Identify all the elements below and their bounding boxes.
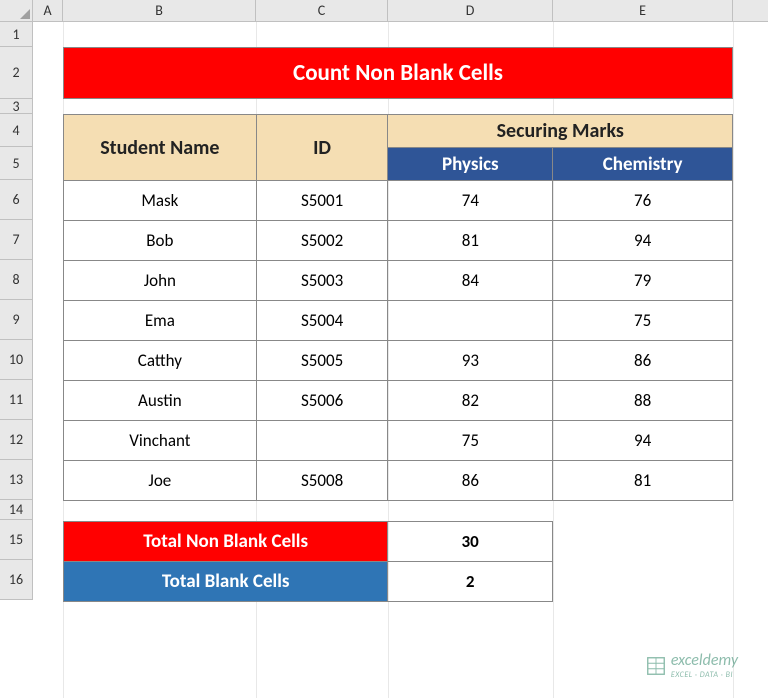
cell-chemistry[interactable]: 79 (553, 261, 733, 301)
cell-chemistry[interactable]: 94 (553, 421, 733, 461)
cell-name[interactable]: Joe (64, 461, 257, 501)
table-row: Vinchant 75 94 (64, 421, 733, 461)
cell-physics[interactable]: 86 (388, 461, 553, 501)
watermark-text: exceldemy (671, 651, 738, 670)
row-header-15[interactable]: 15 (0, 520, 33, 560)
row-header-3[interactable]: 3 (0, 99, 33, 114)
watermark-subtext: EXCEL · DATA · BI (671, 670, 738, 680)
title-banner[interactable]: Count Non Blank Cells (63, 47, 733, 99)
cell-chemistry[interactable]: 76 (553, 181, 733, 221)
row-header-10[interactable]: 10 (0, 340, 33, 380)
col-header-D[interactable]: D (388, 0, 553, 21)
select-all-corner[interactable] (0, 0, 33, 22)
cell-name[interactable]: Ema (64, 301, 257, 341)
summary-value-nonblank[interactable]: 30 (388, 522, 553, 562)
row-header-11[interactable]: 11 (0, 380, 33, 420)
cell-physics[interactable]: 81 (388, 221, 553, 261)
spacer-row (63, 501, 768, 521)
summary-row-blank: Total Blank Cells 2 (64, 562, 553, 602)
table-row: Bob S5002 81 94 (64, 221, 733, 261)
row-header-5[interactable]: 5 (0, 147, 33, 180)
header-id[interactable]: ID (256, 115, 388, 181)
cell-physics[interactable] (388, 301, 553, 341)
watermark: exceldemy EXCEL · DATA · BI (645, 651, 738, 680)
col-header-E[interactable]: E (553, 0, 733, 21)
cell-id[interactable]: S5001 (256, 181, 388, 221)
cell-id[interactable]: S5006 (256, 381, 388, 421)
cell-id[interactable]: S5003 (256, 261, 388, 301)
content-area: Count Non Blank Cells Student Name ID Se… (63, 22, 768, 602)
header-chemistry[interactable]: Chemistry (553, 148, 733, 181)
header-student-name[interactable]: Student Name (64, 115, 257, 181)
cell-id[interactable]: S5004 (256, 301, 388, 341)
summary-table: Total Non Blank Cells 30 Total Blank Cel… (63, 521, 553, 602)
header-securing-marks[interactable]: Securing Marks (388, 115, 733, 148)
row-header-6[interactable]: 6 (0, 180, 33, 220)
col-header-C[interactable]: C (256, 0, 388, 21)
col-header-B[interactable]: B (63, 0, 256, 21)
cell-name[interactable]: Bob (64, 221, 257, 261)
cell-chemistry[interactable]: 88 (553, 381, 733, 421)
cell-name[interactable]: Catthy (64, 341, 257, 381)
summary-value-blank[interactable]: 2 (388, 562, 553, 602)
table-row: Catthy S5005 93 86 (64, 341, 733, 381)
cell-name[interactable]: Austin (64, 381, 257, 421)
summary-label-blank[interactable]: Total Blank Cells (64, 562, 388, 602)
row-header-7[interactable]: 7 (0, 220, 33, 260)
row-header-8[interactable]: 8 (0, 260, 33, 300)
cell-name[interactable]: Mask (64, 181, 257, 221)
row-header-9[interactable]: 9 (0, 300, 33, 340)
cell-physics[interactable]: 84 (388, 261, 553, 301)
cell-id[interactable]: S5002 (256, 221, 388, 261)
spreadsheet-view: A B C D E 1 2 3 4 5 6 7 8 9 10 11 12 13 … (0, 0, 768, 698)
table-row: Ema S5004 75 (64, 301, 733, 341)
cell-chemistry[interactable]: 75 (553, 301, 733, 341)
row-header-16[interactable]: 16 (0, 560, 33, 600)
cell-physics[interactable]: 82 (388, 381, 553, 421)
row-header-2[interactable]: 2 (0, 47, 33, 99)
row-header-1[interactable]: 1 (0, 22, 33, 47)
cell-name[interactable]: John (64, 261, 257, 301)
student-marks-table: Student Name ID Securing Marks Physics C… (63, 114, 733, 501)
summary-label-nonblank[interactable]: Total Non Blank Cells (64, 522, 388, 562)
column-headers-row: A B C D E (0, 0, 768, 22)
row-header-4[interactable]: 4 (0, 114, 33, 147)
cell-physics[interactable]: 74 (388, 181, 553, 221)
row-header-12[interactable]: 12 (0, 420, 33, 460)
cell-physics[interactable]: 75 (388, 421, 553, 461)
cell-name[interactable]: Vinchant (64, 421, 257, 461)
table-row: Austin S5006 82 88 (64, 381, 733, 421)
table-row: John S5003 84 79 (64, 261, 733, 301)
cell-chemistry[interactable]: 86 (553, 341, 733, 381)
col-header-A[interactable]: A (33, 0, 63, 21)
cell-physics[interactable]: 93 (388, 341, 553, 381)
spreadsheet-icon (645, 655, 667, 677)
cell-chemistry[interactable]: 81 (553, 461, 733, 501)
cell-id[interactable]: S5008 (256, 461, 388, 501)
cell-id[interactable] (256, 421, 388, 461)
cell-id[interactable]: S5005 (256, 341, 388, 381)
row-header-14[interactable]: 14 (0, 500, 33, 520)
header-physics[interactable]: Physics (388, 148, 553, 181)
spacer-row (63, 99, 768, 114)
table-row: Joe S5008 86 81 (64, 461, 733, 501)
cell-chemistry[interactable]: 94 (553, 221, 733, 261)
row-headers-col: 1 2 3 4 5 6 7 8 9 10 11 12 13 14 15 16 (0, 22, 33, 600)
table-row: Mask S5001 74 76 (64, 181, 733, 221)
row-header-13[interactable]: 13 (0, 460, 33, 500)
summary-row-nonblank: Total Non Blank Cells 30 (64, 522, 553, 562)
